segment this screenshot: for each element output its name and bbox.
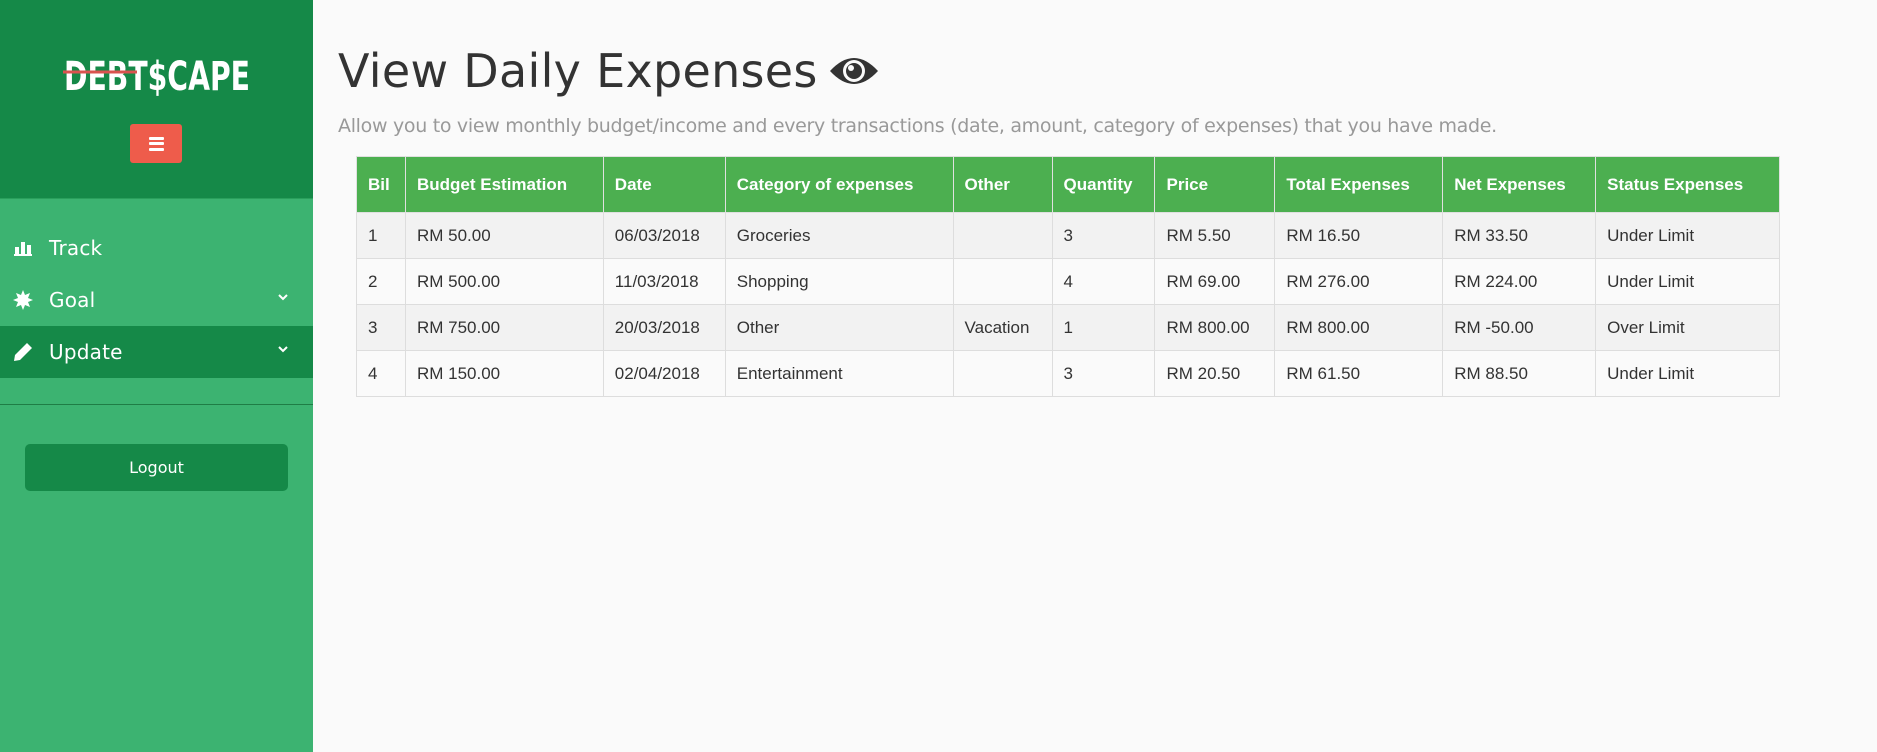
- column-header[interactable]: Total Expenses: [1274, 156, 1444, 213]
- cell-net: RM -50.00: [1442, 304, 1597, 351]
- page-title-text: View Daily Expenses: [338, 44, 818, 98]
- cell-price: RM 69.00: [1154, 258, 1276, 305]
- cell-quantity: 3: [1051, 350, 1156, 397]
- cell-total: RM 61.50: [1274, 350, 1444, 397]
- cell-total: RM 16.50: [1274, 212, 1444, 259]
- cell-budget: RM 50.00: [404, 212, 604, 259]
- chevron-down-icon[interactable]: [276, 290, 290, 304]
- main-content: View Daily Expenses Allow you to view mo…: [313, 0, 1877, 752]
- cell-net: RM 33.50: [1442, 212, 1597, 259]
- sidebar-item-label: Update: [49, 340, 123, 364]
- cell-category: Other: [724, 304, 954, 351]
- cell-category: Groceries: [724, 212, 954, 259]
- cell-other: [952, 350, 1053, 397]
- debtscape-logo[interactable]: DEBT$CAPE: [63, 46, 251, 100]
- cell-other: Vacation: [952, 304, 1053, 351]
- sidebar-item-label: Track: [49, 236, 103, 260]
- cell-budget: RM 750.00: [404, 304, 604, 351]
- hamburger-icon: [148, 136, 164, 151]
- cell-net: RM 224.00: [1442, 258, 1597, 305]
- page-title: View Daily Expenses: [338, 44, 880, 98]
- cell-bil: 2: [356, 258, 406, 305]
- cell-quantity: 1: [1051, 304, 1156, 351]
- logo-text: DEBT$CAPE: [64, 54, 250, 100]
- pencil-icon: [12, 341, 34, 363]
- cell-price: RM 20.50: [1154, 350, 1276, 397]
- cell-net: RM 88.50: [1442, 350, 1597, 397]
- cell-bil: 3: [356, 304, 406, 351]
- sidebar-divider: [0, 404, 313, 405]
- bar-chart-icon: [12, 237, 34, 259]
- column-header[interactable]: Quantity: [1051, 156, 1156, 213]
- sidebar-item-goal[interactable]: Goal: [0, 274, 313, 326]
- column-header[interactable]: Date: [602, 156, 726, 213]
- cell-date: 20/03/2018: [602, 304, 726, 351]
- cell-category: Shopping: [724, 258, 954, 305]
- sidebar: DEBT$CAPE Track Goal Update Logout: [0, 0, 313, 752]
- cell-date: 02/04/2018: [602, 350, 726, 397]
- cell-budget: RM 150.00: [404, 350, 604, 397]
- cell-other: [952, 258, 1053, 305]
- table-row: 3 RM 750.00 20/03/2018 Other Vacation 1 …: [356, 304, 1780, 351]
- cell-total: RM 276.00: [1274, 258, 1444, 305]
- cell-status: Over Limit: [1595, 304, 1780, 351]
- cell-date: 11/03/2018: [602, 258, 726, 305]
- cell-budget: RM 500.00: [404, 258, 604, 305]
- sidebar-header: DEBT$CAPE: [0, 0, 313, 199]
- table-row: 2 RM 500.00 11/03/2018 Shopping 4 RM 69.…: [356, 258, 1780, 305]
- column-header[interactable]: Category of expenses: [724, 156, 954, 213]
- column-header[interactable]: Price: [1154, 156, 1276, 213]
- cell-other: [952, 212, 1053, 259]
- sidebar-nav: Track Goal Update: [0, 222, 313, 378]
- cell-status: Under Limit: [1595, 258, 1780, 305]
- menu-toggle-button[interactable]: [130, 124, 182, 163]
- table-header-row: Bil Budget Estimation Date Category of e…: [356, 156, 1780, 213]
- table-row: 4 RM 150.00 02/04/2018 Entertainment 3 R…: [356, 350, 1780, 397]
- cell-status: Under Limit: [1595, 350, 1780, 397]
- expenses-table: Bil Budget Estimation Date Category of e…: [356, 156, 1780, 397]
- logout-button[interactable]: Logout: [25, 444, 288, 491]
- cell-quantity: 4: [1051, 258, 1156, 305]
- sidebar-item-label: Goal: [49, 288, 96, 312]
- chevron-down-icon[interactable]: [276, 342, 290, 356]
- column-header[interactable]: Net Expenses: [1442, 156, 1597, 213]
- column-header[interactable]: Bil: [356, 156, 406, 213]
- cell-status: Under Limit: [1595, 212, 1780, 259]
- cell-total: RM 800.00: [1274, 304, 1444, 351]
- cell-category: Entertainment: [724, 350, 954, 397]
- starburst-icon: [12, 289, 34, 311]
- cell-date: 06/03/2018: [602, 212, 726, 259]
- cell-price: RM 800.00: [1154, 304, 1276, 351]
- cell-quantity: 3: [1051, 212, 1156, 259]
- sidebar-item-update[interactable]: Update: [0, 326, 313, 378]
- column-header[interactable]: Other: [952, 156, 1053, 213]
- eye-icon: [829, 58, 878, 84]
- column-header[interactable]: Status Expenses: [1595, 156, 1780, 213]
- cell-price: RM 5.50: [1154, 212, 1276, 259]
- cell-bil: 4: [356, 350, 406, 397]
- table-row: 1 RM 50.00 06/03/2018 Groceries 3 RM 5.5…: [356, 212, 1780, 259]
- column-header[interactable]: Budget Estimation: [404, 156, 604, 213]
- cell-bil: 1: [356, 212, 406, 259]
- page-subtitle: Allow you to view monthly budget/income …: [338, 115, 1497, 137]
- sidebar-item-track[interactable]: Track: [0, 222, 313, 274]
